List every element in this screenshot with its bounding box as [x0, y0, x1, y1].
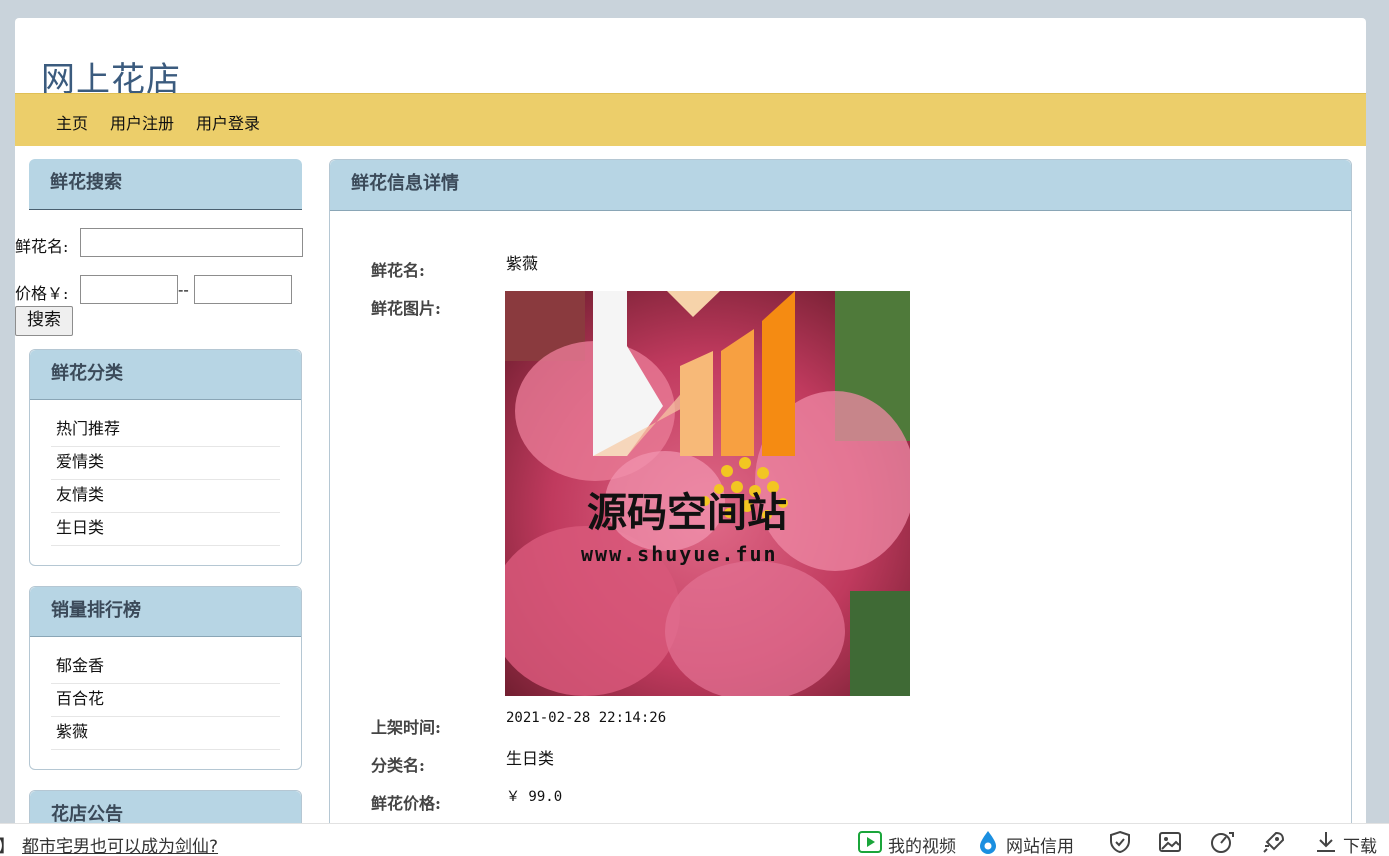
detail-panel: 鲜花信息详情 鲜花名: 紫薇 鲜花图片: 源码空间站 www.shuyue.fu…	[329, 159, 1352, 848]
rocket-icon[interactable]	[1262, 830, 1286, 856]
category-panel: 鲜花分类 热门推荐 爱情类 友情类 生日类	[29, 349, 302, 566]
nav-register[interactable]: 用户注册	[110, 110, 174, 134]
page: 网上花店 主页 用户注册 用户登录 鲜花搜索 鲜花名: 价格￥: -- 搜索 鲜…	[15, 18, 1366, 848]
flower-name-input[interactable]	[80, 228, 303, 257]
watermark-line2: www.shuyue.fun	[581, 542, 778, 566]
detail-name-label: 鲜花名:	[371, 261, 425, 280]
site-credit-button[interactable]: 网站信用	[1006, 832, 1074, 856]
sales-ranking-title: 销量排行榜	[30, 587, 301, 637]
detail-panel-title: 鲜花信息详情	[330, 160, 1351, 211]
detail-category-value: 生日类	[506, 749, 555, 768]
search-panel-title: 鲜花搜索	[29, 159, 302, 210]
news-headline-link[interactable]: 都市宅男也可以成为剑仙?	[22, 832, 218, 856]
price-max-input[interactable]	[194, 275, 292, 304]
price-separator: --	[178, 280, 189, 299]
nav-login[interactable]: 用户登录	[196, 110, 260, 134]
detail-price-label: 鲜花价格:	[371, 794, 441, 813]
category-item-birthday[interactable]: 生日类	[51, 513, 280, 546]
ranking-item[interactable]: 百合花	[51, 684, 280, 717]
detail-time-label: 上架时间:	[371, 718, 441, 737]
video-icon[interactable]	[858, 831, 882, 856]
price-label: 价格￥:	[15, 284, 69, 303]
top-navbar: 主页 用户注册 用户登录	[15, 93, 1366, 146]
ranking-item[interactable]: 紫薇	[51, 717, 280, 750]
category-item-hot[interactable]: 热门推荐	[51, 414, 280, 447]
flower-name-label: 鲜花名:	[15, 237, 69, 256]
download-button[interactable]: 下载	[1343, 832, 1377, 856]
download-icon[interactable]	[1315, 830, 1337, 856]
shield-icon[interactable]	[1108, 830, 1132, 856]
image-icon[interactable]	[1158, 830, 1182, 856]
headline-bracket: 】	[0, 832, 15, 856]
browser-bottom-bar: 】 都市宅男也可以成为剑仙? 我的视频 网站信用 下载	[0, 823, 1389, 856]
sales-ranking-panel: 销量排行榜 郁金香 百合花 紫薇	[29, 586, 302, 770]
flower-photo: 源码空间站 www.shuyue.fun	[505, 291, 910, 696]
nav-home[interactable]: 主页	[56, 110, 88, 134]
watermark-line1: 源码空间站	[587, 490, 787, 536]
detail-image-label: 鲜花图片:	[371, 299, 441, 318]
detail-category-label: 分类名:	[371, 756, 425, 775]
category-item-love[interactable]: 爱情类	[51, 447, 280, 480]
my-videos-button[interactable]: 我的视频	[888, 832, 956, 856]
search-button[interactable]: 搜索	[15, 306, 73, 336]
category-item-friendship[interactable]: 友情类	[51, 480, 280, 513]
ranking-item[interactable]: 郁金香	[51, 651, 280, 684]
detail-time-value: 2021-02-28 22:14:26	[506, 710, 667, 726]
detail-name-value: 紫薇	[506, 254, 539, 273]
price-min-input[interactable]	[80, 275, 178, 304]
category-panel-title: 鲜花分类	[30, 350, 301, 400]
droplet-icon[interactable]	[978, 830, 998, 856]
speed-icon[interactable]	[1209, 830, 1235, 856]
detail-price-value: ￥ 99.0	[506, 789, 563, 805]
